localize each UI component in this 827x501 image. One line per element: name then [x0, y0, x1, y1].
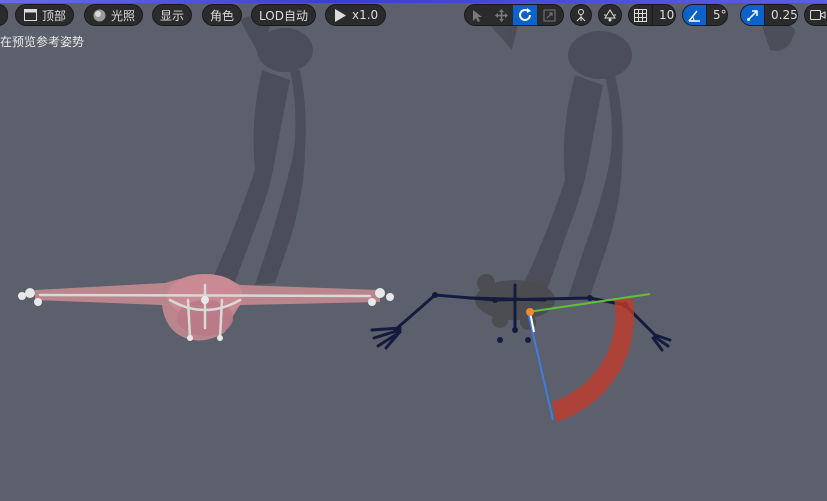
show-button[interactable]: 显示 [152, 4, 193, 26]
view-mode-label: 顶部 [42, 8, 67, 23]
lighting-icon [92, 8, 106, 22]
rotate-icon [519, 8, 531, 21]
grid-icon [634, 8, 647, 22]
transform-tool-group [464, 4, 564, 26]
world-local-icon [576, 9, 586, 22]
character-label: 角色 [210, 8, 235, 23]
angle-icon [688, 10, 700, 22]
angle-snap-control: 5° [682, 4, 728, 26]
rotate-tool-button[interactable] [513, 5, 537, 25]
scale-snap-toggle[interactable] [741, 5, 765, 25]
play-speed-button[interactable]: x1.0 [325, 4, 387, 26]
lod-button[interactable]: LOD自动 [251, 4, 316, 26]
view-mode-button[interactable]: 顶部 [15, 4, 75, 26]
world-local-button[interactable] [570, 4, 592, 26]
lighting-button[interactable]: 光照 [84, 4, 144, 26]
select-tool-button[interactable] [465, 5, 489, 25]
move-icon [494, 8, 508, 22]
scale-snap-value[interactable]: 0.25 [765, 5, 797, 25]
show-label: 显示 [160, 8, 185, 23]
viewport-icon [23, 8, 37, 22]
preview-notice: 在预览参考姿势 [0, 35, 85, 49]
surface-snap-icon [604, 9, 616, 22]
lod-label: LOD自动 [259, 8, 308, 23]
scale-snap-icon [747, 9, 758, 21]
camera-speed-button[interactable] [804, 4, 827, 26]
play-speed-label: x1.0 [352, 8, 379, 22]
shadow-skeleton [490, 11, 795, 300]
viewport-scene[interactable] [0, 0, 827, 501]
camera-icon [810, 10, 826, 20]
menu-icon [0, 8, 3, 22]
shadow-reference [210, 16, 313, 285]
grid-snap-toggle[interactable] [629, 5, 653, 25]
select-icon [473, 9, 482, 22]
reference-pose-mesh[interactable] [18, 274, 394, 341]
grid-snap-value[interactable]: 10 [653, 5, 675, 25]
angle-snap-toggle[interactable] [683, 5, 707, 25]
play-icon [333, 8, 347, 22]
scale-snap-control: 0.25 [740, 4, 798, 26]
surface-snap-button[interactable] [598, 4, 622, 26]
scale-icon [543, 9, 555, 21]
lighting-label: 光照 [111, 8, 136, 23]
scale-tool-button[interactable] [537, 5, 561, 25]
move-tool-button[interactable] [489, 5, 513, 25]
character-button[interactable]: 角色 [202, 4, 243, 26]
grid-snap-control: 10 [628, 4, 676, 26]
angle-snap-value[interactable]: 5° [707, 5, 727, 25]
